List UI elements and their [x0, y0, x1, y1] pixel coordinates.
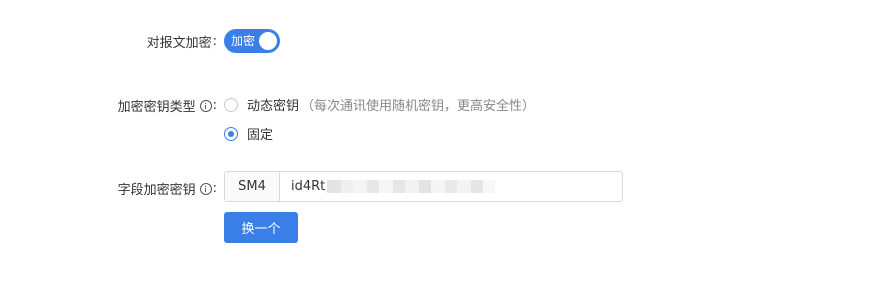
encryption-settings-form: 对报文加密: 加密 加密密钥类型 : 动态密钥 （每次通讯使用随机密钥，更高安全… — [0, 0, 877, 283]
radio-label-dynamic: 动态密钥 — [247, 99, 300, 114]
radio-label-fixed: 固定 — [247, 128, 274, 143]
info-icon[interactable] — [199, 182, 212, 195]
radio-dynamic-key[interactable]: 动态密钥 （每次通讯使用随机密钥，更高安全性） — [224, 95, 535, 114]
info-icon[interactable] — [199, 99, 212, 112]
key-type-label: 加密密钥类型 : — [117, 98, 217, 115]
field-key-label: 字段加密密钥 : — [117, 181, 217, 198]
encrypt-toggle[interactable]: 加密 — [224, 29, 280, 53]
field-key-input-group: SM4 id4Rt — [224, 171, 623, 202]
radio-fixed-key[interactable]: 固定 — [224, 124, 273, 143]
toggle-text: 加密 — [231, 34, 256, 48]
radio-button-unchecked[interactable] — [224, 97, 238, 112]
algorithm-prefix: SM4 — [225, 172, 280, 201]
field-key-input[interactable]: id4Rt — [280, 172, 622, 201]
key-visible-text: id4Rt — [291, 179, 326, 194]
radio-hint-dynamic: （每次通讯使用随机密钥，更高安全性） — [301, 99, 536, 114]
key-redaction-mask — [327, 180, 496, 193]
regenerate-key-button[interactable]: 换一个 — [224, 212, 298, 243]
encrypt-message-label: 对报文加密: — [146, 34, 217, 51]
radio-button-checked[interactable] — [224, 126, 238, 141]
toggle-knob — [259, 32, 277, 50]
